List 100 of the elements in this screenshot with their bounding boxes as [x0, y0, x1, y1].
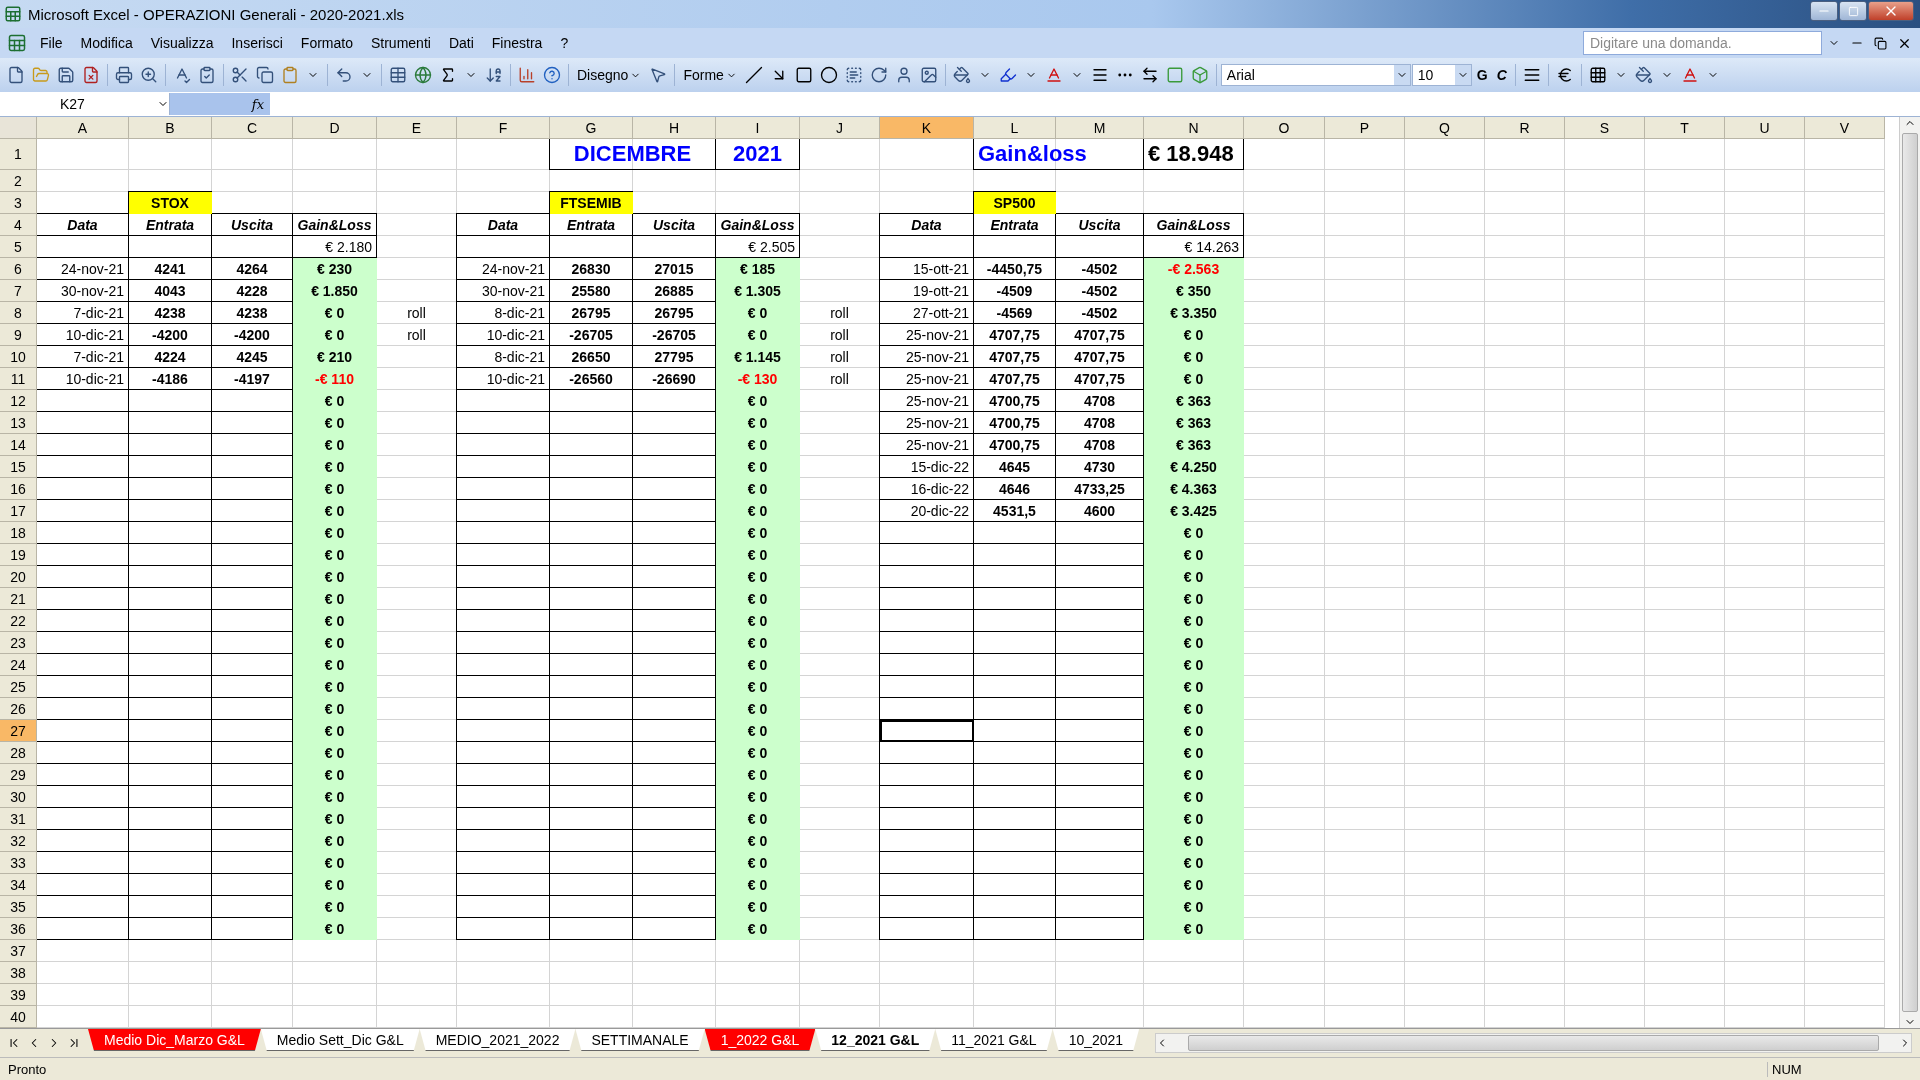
row-header[interactable]: 10 [0, 346, 37, 368]
column-header[interactable]: H [633, 117, 716, 139]
column-header[interactable]: O [1244, 117, 1325, 139]
row-header[interactable]: 9 [0, 324, 37, 346]
row-header[interactable]: 39 [0, 984, 37, 1006]
sheet-tab[interactable]: MEDIO_2021_2022 [419, 1029, 576, 1051]
menu-item[interactable]: ? [552, 32, 577, 54]
column-header[interactable]: V [1805, 117, 1885, 139]
bold-button[interactable]: G [1472, 65, 1492, 85]
row-header[interactable]: 18 [0, 522, 37, 544]
row-header[interactable]: 13 [0, 412, 37, 434]
column-header[interactable]: A [37, 117, 129, 139]
column-header[interactable]: C [212, 117, 293, 139]
row-header[interactable]: 22 [0, 610, 37, 632]
row-header[interactable]: 24 [0, 654, 37, 676]
table-cell: € 0 [716, 412, 800, 434]
column-header[interactable]: S [1565, 117, 1645, 139]
table-cell: € 0 [293, 390, 377, 412]
row-header[interactable]: 38 [0, 962, 37, 984]
maximize-button[interactable] [1839, 1, 1867, 21]
row-header[interactable]: 26 [0, 698, 37, 720]
font-size-field[interactable]: 10 [1411, 64, 1472, 86]
row-header[interactable]: 6 [0, 258, 37, 280]
row-header[interactable]: 19 [0, 544, 37, 566]
row-header[interactable]: 1 [0, 139, 37, 170]
row-header[interactable]: 17 [0, 500, 37, 522]
sheet-tab[interactable]: 1_2022 G&L [704, 1029, 816, 1051]
table-cell-text: Uscita [652, 215, 696, 235]
minimize-button[interactable] [1810, 1, 1838, 21]
close-button[interactable] [1868, 1, 1914, 21]
shapes-menu[interactable]: Forme [679, 65, 741, 85]
row-header[interactable]: 11 [0, 368, 37, 390]
cell-cursor[interactable] [880, 720, 974, 742]
row-header[interactable]: 8 [0, 302, 37, 324]
column-header[interactable]: N [1144, 117, 1244, 139]
row-header[interactable]: 5 [0, 236, 37, 258]
row-header[interactable]: 25 [0, 676, 37, 698]
draw-menu[interactable]: Disegno [573, 65, 646, 85]
row-header[interactable]: 14 [0, 434, 37, 456]
row-header[interactable]: 30 [0, 786, 37, 808]
column-header[interactable]: T [1645, 117, 1725, 139]
row-header[interactable]: 23 [0, 632, 37, 654]
row-header[interactable]: 33 [0, 852, 37, 874]
row-header[interactable]: 3 [0, 192, 37, 214]
vertical-scrollbar[interactable] [1899, 117, 1920, 1028]
help-search-field[interactable]: Digitare una domanda. [1583, 31, 1822, 55]
row-header[interactable]: 34 [0, 874, 37, 896]
italic-button[interactable]: C [1492, 65, 1511, 85]
table-cell: € 210 [293, 346, 377, 368]
sheet-tab[interactable]: SETTIMANALE [575, 1029, 705, 1051]
column-header[interactable]: G [550, 117, 633, 139]
function-button[interactable]: fx [251, 96, 264, 112]
sheet-tab[interactable]: 10_2021 [1052, 1029, 1140, 1051]
sheet-tab[interactable]: 11_2021 G&L [935, 1029, 1053, 1051]
column-header[interactable]: J [800, 117, 880, 139]
column-header[interactable]: E [377, 117, 457, 139]
menu-item[interactable]: File [32, 32, 71, 54]
column-header[interactable]: R [1485, 117, 1565, 139]
row-header[interactable]: 2 [0, 170, 37, 192]
horizontal-scrollbar[interactable] [1155, 1033, 1912, 1053]
column-header[interactable]: P [1325, 117, 1405, 139]
column-header[interactable]: U [1725, 117, 1805, 139]
table-cell-text: Data [910, 215, 943, 235]
row-header[interactable]: 29 [0, 764, 37, 786]
sheet-tab[interactable]: Medio Sett_Dic G&L [260, 1029, 420, 1051]
row-header[interactable]: 21 [0, 588, 37, 610]
row-header[interactable]: 4 [0, 214, 37, 236]
column-header[interactable]: D [293, 117, 377, 139]
row-header[interactable]: 12 [0, 390, 37, 412]
menu-item[interactable]: Modifica [72, 32, 141, 54]
column-header[interactable]: I [716, 117, 800, 139]
sheet-tab[interactable]: Medio Dic_Marzo G&L [88, 1029, 261, 1051]
row-header[interactable]: 27 [0, 720, 37, 742]
row-header[interactable]: 32 [0, 830, 37, 852]
column-header[interactable]: F [457, 117, 550, 139]
column-header[interactable]: L [974, 117, 1056, 139]
row-header[interactable]: 28 [0, 742, 37, 764]
table-cell: € 0 [1144, 346, 1244, 368]
column-header[interactable]: B [129, 117, 212, 139]
row-header[interactable]: 35 [0, 896, 37, 918]
row-header[interactable]: 15 [0, 456, 37, 478]
row-header[interactable]: 36 [0, 918, 37, 940]
row-header[interactable]: 40 [0, 1006, 37, 1028]
menu-item[interactable]: Dati [440, 32, 482, 54]
table-cell: € 0 [1144, 808, 1244, 830]
row-header[interactable]: 31 [0, 808, 37, 830]
sheet-tab[interactable]: 12_2021 G&L [815, 1029, 936, 1051]
column-header[interactable]: Q [1405, 117, 1485, 139]
menu-item[interactable]: Strumenti [362, 32, 439, 54]
row-header[interactable]: 37 [0, 940, 37, 962]
menu-item[interactable]: Visualizza [142, 32, 222, 54]
menu-item[interactable]: Finestra [483, 32, 551, 54]
menu-item[interactable]: Formato [292, 32, 361, 54]
row-header[interactable]: 20 [0, 566, 37, 588]
font-name-field[interactable]: Arial [1220, 64, 1411, 86]
row-header[interactable]: 7 [0, 280, 37, 302]
column-header[interactable]: M [1056, 117, 1144, 139]
row-header[interactable]: 16 [0, 478, 37, 500]
column-header[interactable]: K [880, 117, 974, 139]
menu-item[interactable]: Inserisci [223, 32, 291, 54]
